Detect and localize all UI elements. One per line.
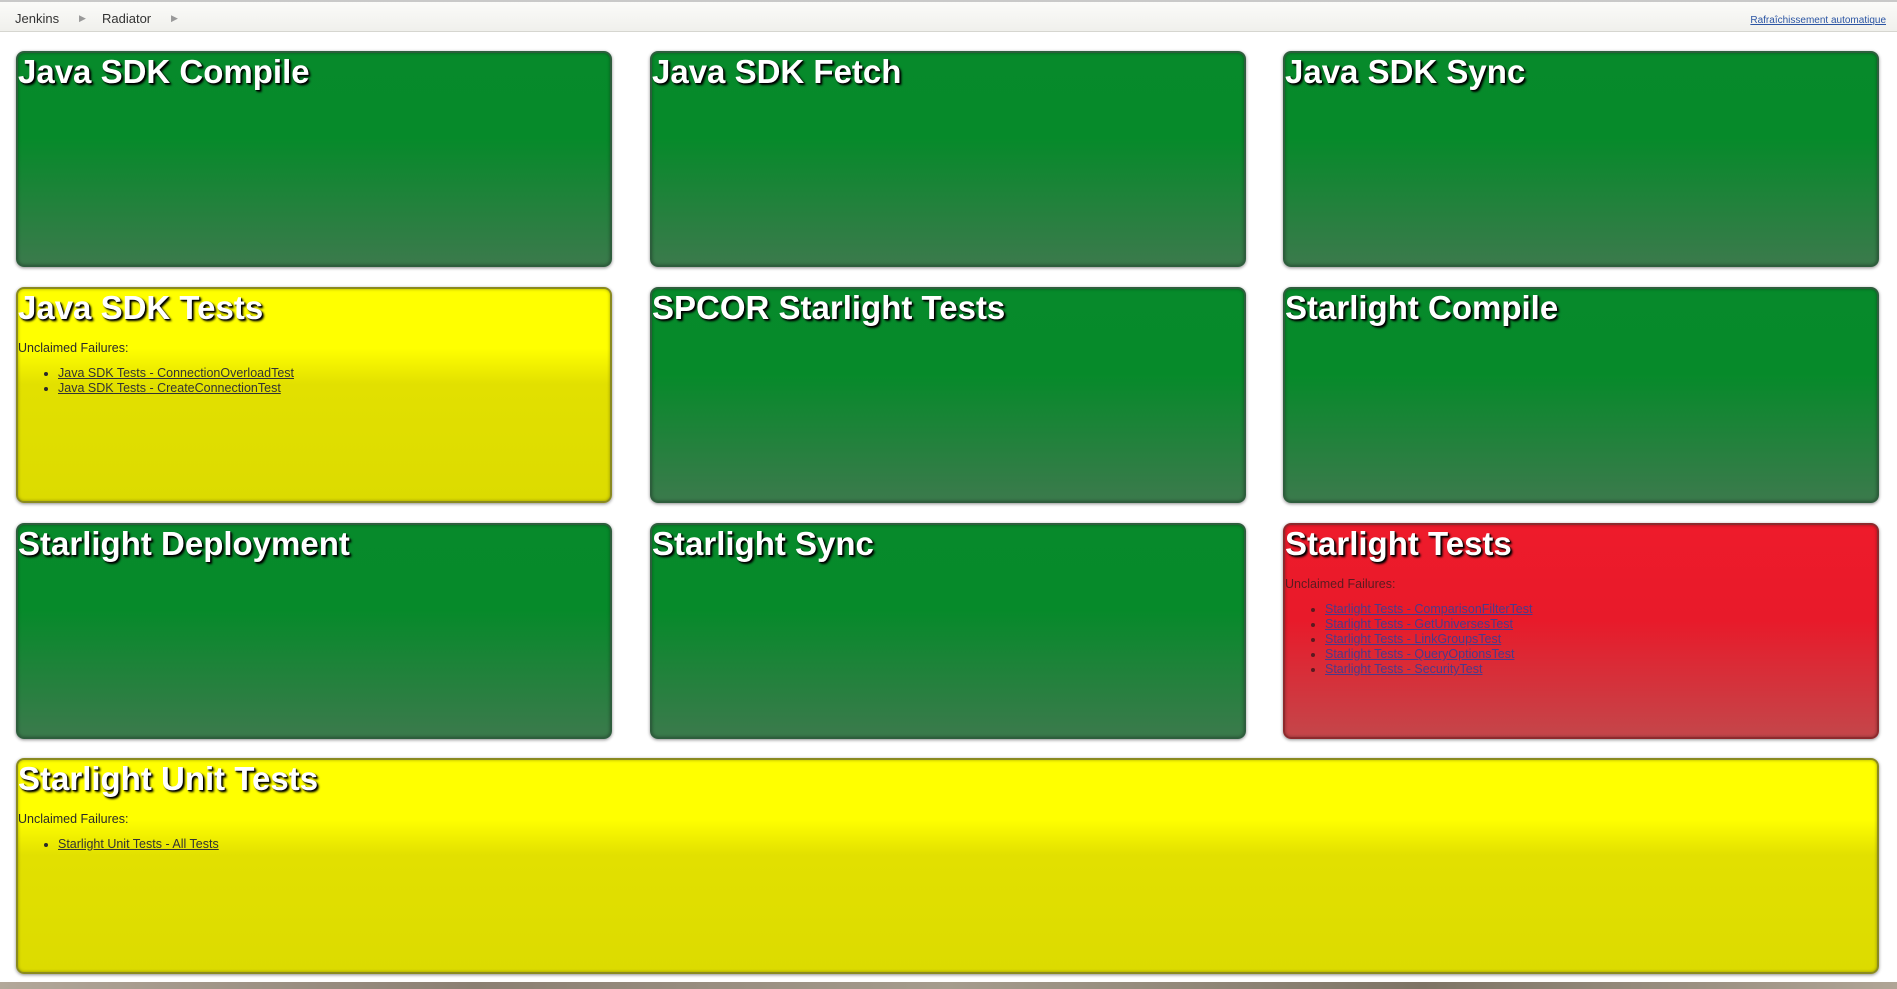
job-tile-starlight-sync[interactable]: Starlight Sync	[650, 523, 1246, 739]
failure-list: Starlight Tests - ComparisonFilterTest S…	[1285, 602, 1532, 677]
list-item: Starlight Tests - LinkGroupsTest	[1325, 632, 1532, 647]
job-tile-starlight-compile[interactable]: Starlight Compile	[1283, 287, 1879, 503]
list-item: Starlight Tests - QueryOptionsTest	[1325, 647, 1532, 662]
unclaimed-failures: Unclaimed Failures: Starlight Tests - Co…	[1285, 577, 1532, 677]
unclaimed-failures: Unclaimed Failures: Starlight Unit Tests…	[18, 812, 219, 852]
breadcrumb-bar: Jenkins ▶ Radiator ▶ Rafraîchissement au…	[0, 0, 1897, 32]
job-tile-java-sdk-fetch[interactable]: Java SDK Fetch	[650, 51, 1246, 267]
unclaimed-failures-label: Unclaimed Failures:	[18, 341, 129, 355]
job-tile-spcor-starlight-tests[interactable]: SPCOR Starlight Tests	[650, 287, 1246, 503]
list-item: Starlight Tests - GetUniversesTest	[1325, 617, 1532, 632]
failure-link[interactable]: Starlight Tests - SecurityTest	[1325, 662, 1482, 676]
unclaimed-failures-label: Unclaimed Failures:	[1285, 577, 1396, 591]
unclaimed-failures: Unclaimed Failures: Java SDK Tests - Con…	[18, 341, 294, 396]
chevron-right-icon: ▶	[171, 13, 178, 23]
job-tile-java-sdk-compile[interactable]: Java SDK Compile	[16, 51, 612, 267]
breadcrumb-jenkins[interactable]: Jenkins	[15, 11, 59, 26]
breadcrumb-radiator[interactable]: Radiator	[102, 11, 151, 26]
job-title[interactable]: Java SDK Sync	[1285, 53, 1525, 91]
job-title[interactable]: Java SDK Tests	[18, 289, 263, 327]
job-title[interactable]: Java SDK Compile	[18, 53, 310, 91]
failure-link[interactable]: Starlight Tests - QueryOptionsTest	[1325, 647, 1514, 661]
failure-list: Starlight Unit Tests - All Tests	[18, 837, 219, 852]
job-title[interactable]: Starlight Unit Tests	[18, 760, 318, 798]
job-title[interactable]: SPCOR Starlight Tests	[652, 289, 1005, 327]
job-title[interactable]: Starlight Deployment	[18, 525, 350, 563]
failure-list: Java SDK Tests - ConnectionOverloadTest …	[18, 366, 294, 396]
failure-link[interactable]: Starlight Tests - LinkGroupsTest	[1325, 632, 1501, 646]
list-item: Starlight Tests - SecurityTest	[1325, 662, 1532, 677]
job-title[interactable]: Starlight Sync	[652, 525, 874, 563]
job-tile-starlight-deployment[interactable]: Starlight Deployment	[16, 523, 612, 739]
job-tile-java-sdk-tests[interactable]: Java SDK Tests Unclaimed Failures: Java …	[16, 287, 612, 503]
failure-link[interactable]: Starlight Tests - GetUniversesTest	[1325, 617, 1513, 631]
chevron-right-icon: ▶	[79, 13, 86, 23]
job-tile-starlight-tests[interactable]: Starlight Tests Unclaimed Failures: Star…	[1283, 523, 1879, 739]
taskbar-strip	[0, 982, 1897, 989]
autorefresh-link[interactable]: Rafraîchissement automatique	[1750, 15, 1886, 26]
failure-link[interactable]: Java SDK Tests - CreateConnectionTest	[58, 381, 281, 395]
list-item: Java SDK Tests - CreateConnectionTest	[58, 381, 294, 396]
failure-link[interactable]: Starlight Tests - ComparisonFilterTest	[1325, 602, 1532, 616]
job-title[interactable]: Starlight Tests	[1285, 525, 1512, 563]
list-item: Starlight Tests - ComparisonFilterTest	[1325, 602, 1532, 617]
job-tile-java-sdk-sync[interactable]: Java SDK Sync	[1283, 51, 1879, 267]
job-title[interactable]: Starlight Compile	[1285, 289, 1558, 327]
job-tile-starlight-unit-tests[interactable]: Starlight Unit Tests Unclaimed Failures:…	[16, 758, 1879, 974]
unclaimed-failures-label: Unclaimed Failures:	[18, 812, 129, 826]
job-title[interactable]: Java SDK Fetch	[652, 53, 901, 91]
list-item: Starlight Unit Tests - All Tests	[58, 837, 219, 852]
failure-link[interactable]: Starlight Unit Tests - All Tests	[58, 837, 219, 851]
list-item: Java SDK Tests - ConnectionOverloadTest	[58, 366, 294, 381]
failure-link[interactable]: Java SDK Tests - ConnectionOverloadTest	[58, 366, 294, 380]
